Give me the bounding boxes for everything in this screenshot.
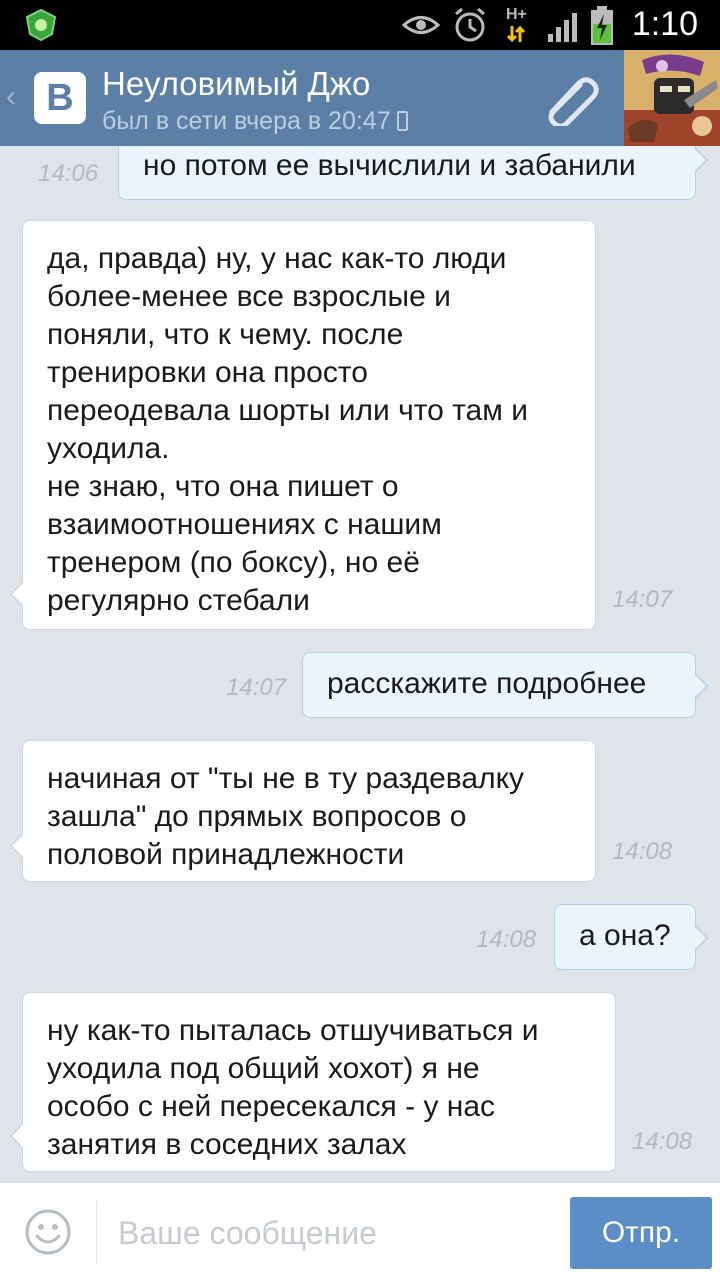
back-chevron-icon[interactable]: ‹ [6,80,16,114]
message-time: 14:07 [612,586,673,613]
alarm-icon [455,7,485,42]
message-text: а она? [579,919,671,952]
message-composer: Отпр. [0,1182,720,1280]
data-arrows-icon [506,25,526,43]
message-time: 14:07 [226,674,287,701]
outgoing-message[interactable]: расскажите подробнее [302,652,708,718]
eye-icon [402,16,440,34]
composer-divider [96,1201,97,1265]
incoming-message[interactable]: начиная от "ты не в ту раздевалку зашла"… [10,740,596,882]
contact-name[interactable]: Неуловимый Джо [102,65,370,103]
network-type-label: H+ [506,6,527,23]
message-text: начиная от "ты не в ту раздевалку зашла"… [47,762,525,871]
app-notification-icon [25,8,57,42]
last-seen-text: был в сети вчера в 20:47 [102,107,391,135]
outgoing-message[interactable]: но потом ее вычислили и забанили [118,146,708,200]
message-text: расскажите подробнее [327,667,647,700]
message-list[interactable]: но потом ее вычислили и забанили 14:06 д… [0,146,720,1182]
clock: 1:10 [631,5,698,43]
message-time: 14:08 [612,838,673,865]
incoming-message[interactable]: да, правда) ну, у нас как-то люди более-… [10,220,596,630]
incoming-message[interactable]: ну как-то пыталась отшучиваться и уходил… [10,992,616,1172]
message-text: да, правда) ну, у нас как-то люди более-… [47,242,528,617]
vk-logo-back-button[interactable]: B [34,72,86,124]
message-text: ну как-то пыталась отшучиваться и уходил… [47,1014,539,1161]
attach-paperclip-icon[interactable] [540,72,600,126]
contact-status: был в сети вчера в 20:47 [102,107,408,136]
message-time: 14:08 [476,926,537,953]
battery-charging-icon [591,6,613,45]
mobile-phone-icon [396,111,408,131]
signal-icon [548,13,577,42]
send-button[interactable]: Отпр. [570,1197,712,1269]
message-input[interactable] [118,1205,538,1261]
message-text: но потом ее вычислили и забанили [143,149,636,182]
status-bar: H+ 1:10 [0,0,720,50]
outgoing-message[interactable]: а она? [554,904,708,970]
message-time: 14:06 [38,160,99,187]
emoji-smiley-icon[interactable] [24,1208,72,1256]
message-time: 14:08 [632,1128,693,1155]
avatar-image [624,50,720,146]
contact-avatar[interactable] [624,50,720,146]
chat-header: ‹ B Неуловимый Джо был в сети вчера в 20… [0,50,720,146]
